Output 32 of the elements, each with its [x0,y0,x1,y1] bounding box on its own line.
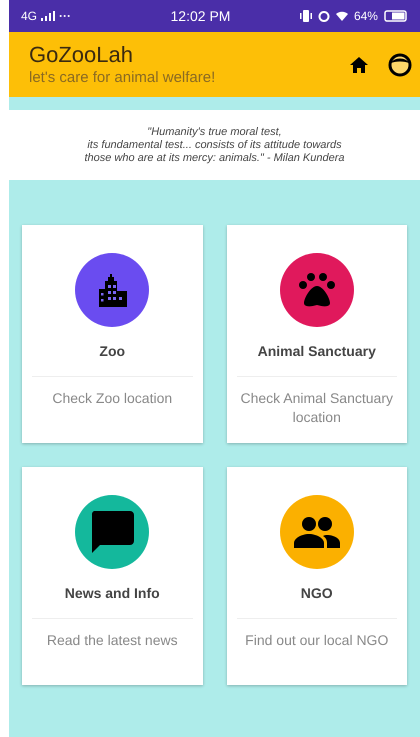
building-icon [97,273,128,307]
quote-text: "Humanity's true moral test, [147,126,282,138]
quote-text: its fundamental test... consists of its attitude towards [87,138,342,152]
category-card[interactable]: Zoo Check Zoo location [22,225,202,443]
quote-text: those who are at its mercy: animals." - Milan Kundera [84,152,345,164]
notification-dots: ··· [59,8,72,25]
card-description: Read the latest news [46,631,178,650]
paw-icon [298,273,336,307]
clock-time: 12:02 PM [170,6,230,26]
category-card[interactable]: News and Info Read the latest news [22,467,202,685]
app-title: GoZooLah [29,42,134,68]
card-title: Zoo [99,342,126,361]
card-title: Animal Sanctuary [258,342,376,361]
chat-bubble-icon [90,511,134,553]
card-title: NGO [300,584,333,603]
app-subtitle: let's care for animal welfare! [29,68,216,88]
category-card[interactable]: Animal Sanctuary Check Animal Sanctuary location [226,225,407,443]
card-description: Check Animal Sanctuary location [239,389,394,427]
card-title: News and Info [64,584,160,603]
battery-icon [384,10,408,22]
people-icon [294,516,340,548]
signal-icon [41,11,56,21]
category-card[interactable]: NGO Find out our local NGO [226,467,407,685]
wifi-icon [336,11,348,21]
battery-percent: 64% [354,8,378,25]
card-description: Check Zoo location [52,389,172,408]
card-description: Find out our local NGO [245,631,388,650]
profile-button[interactable] [386,50,414,78]
network-label: 4G [21,8,38,25]
home-icon [350,56,368,74]
vibrate-icon [300,10,312,22]
face-icon [388,52,412,76]
